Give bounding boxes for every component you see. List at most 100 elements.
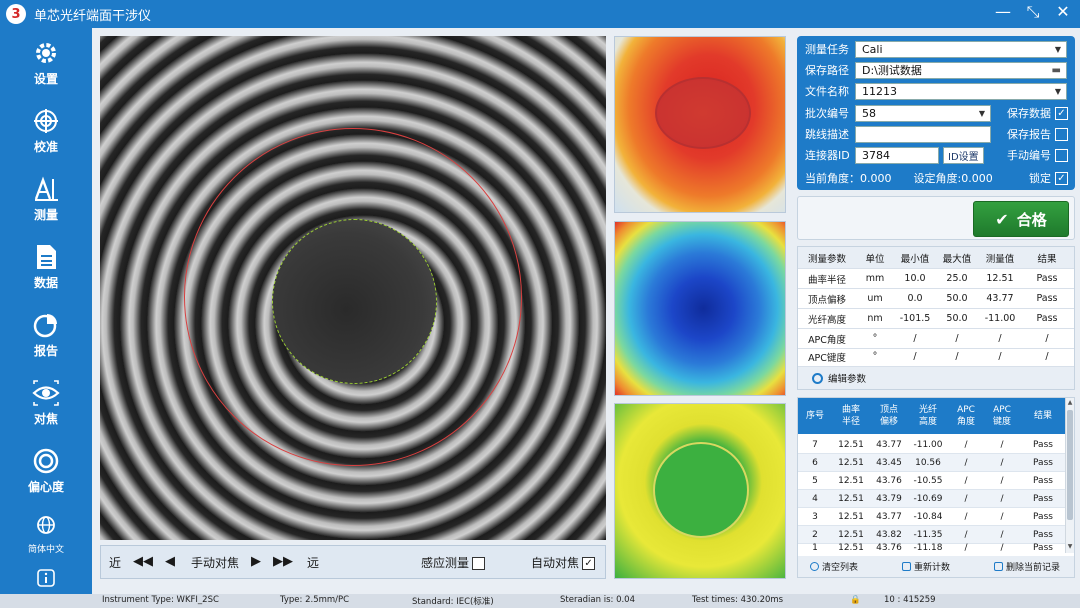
fiber-core-residual [653,442,749,538]
sidebar-item-report[interactable]: 报告 [0,304,92,364]
history-scrollbar[interactable]: ▲ ▼ [1065,398,1074,553]
connector-id-label: 连接器ID [805,149,850,162]
sidebar-item-settings[interactable]: 设置 [0,32,92,92]
sidebar-item-eccentricity[interactable]: 偏心度 [0,440,92,500]
table-row[interactable]: 3 12.51 43.77 -10.84 / / Pass [798,508,1066,526]
header-cell: APC 键度 [992,405,1011,427]
sidebar-item-about[interactable] [0,564,92,592]
sidebar-item-focus[interactable]: 对焦 [0,372,92,432]
info-icon [31,564,61,592]
table-cell: Pass [1033,457,1053,468]
table-cell: / [964,543,968,553]
table-cell: / [913,333,917,344]
pass-result-button[interactable]: ✔ 合格 [973,201,1069,237]
manual-number-checkbox[interactable]: 手动编号 [1007,147,1068,163]
interferogram-view[interactable] [100,36,606,540]
sense-measure-box [472,557,486,570]
id-settings-button[interactable]: ID设置 [943,146,984,164]
history-table: 序号 曲率 半径 顶点 偏移 光纤 高度 APC 角度 APC 键度 结果 7 … [797,397,1075,578]
sidebar-item-measure[interactable]: 测量 [0,168,92,228]
lock-box: ✓ [1055,171,1068,185]
recount-label: 重新计数 [914,563,951,573]
scroll-down-icon[interactable]: ▼ [1066,543,1074,550]
folder-icon[interactable]: ▬ [1052,65,1061,76]
table-cell: 12.51 [838,511,864,522]
table-row: 光纤高度 nm -101.5 50.0 -11.00 Pass [798,309,1074,329]
table-cell: Pass [1036,313,1058,324]
header-cell: 结果 [1037,253,1057,265]
header-cell: 光纤 高度 [918,405,937,427]
test-times: Test times: 430.20ms [692,595,784,605]
step-forward-button[interactable]: ▶ [251,554,261,569]
sidebar-item-label: 报告 [33,343,58,358]
sense-measure-checkbox[interactable]: 感应测量 [421,554,486,571]
clear-list-button[interactable]: 清空列表 [810,560,858,573]
save-path-field[interactable]: D:\测试数据 ▬ [855,61,1067,79]
header-cell: 曲率 半径 [841,405,860,427]
history-actions: 清空列表 重新计数 删除当前记录 [798,556,1074,577]
header-cell: 单位 [865,253,885,265]
fast-backward-button[interactable]: ◀◀ [133,554,153,569]
table-row[interactable]: 6 12.51 43.45 10.56 / / Pass [798,454,1066,472]
far-label: 远 [307,556,320,570]
table-cell: 7 [812,439,818,450]
sidebar-item-label: 偏心度 [27,479,64,494]
pass-result-label: 合格 [1016,210,1047,229]
table-cell: -10.84 [913,511,943,522]
table-row[interactable]: 7 12.51 43.77 -11.00 / / Pass [798,436,1066,454]
table-row[interactable]: 5 12.51 43.76 -10.55 / / Pass [798,472,1066,490]
connector-id-input[interactable]: 3784 [855,146,939,164]
save-report-label: 保存报告 [1007,128,1051,141]
batch-number-select[interactable]: 58 [855,104,991,122]
sense-measure-label: 感应测量 [421,556,470,570]
table-row[interactable]: 4 12.51 43.79 -10.69 / / Pass [798,490,1066,508]
task-label: 测量任务 [805,43,849,56]
lock-icon[interactable]: 🔒 [850,595,861,605]
edit-params-button[interactable]: 编辑参数 [798,367,1074,389]
title-bar: 3 单芯光纤端面干涉仪 — ⤡ ✕ [0,0,1080,28]
file-name-select[interactable]: 11213 [855,82,1067,100]
sidebar-item-label: 数据 [33,275,58,290]
sidebar-item-label: 测量 [33,207,58,222]
table-cell: / [964,457,968,468]
lock-checkbox[interactable]: 锁定 ✓ [1029,170,1068,186]
table-cell: 3 [812,511,818,522]
scroll-up-icon[interactable]: ▲ [1066,399,1074,406]
recount-button[interactable]: 重新计数 [902,560,950,573]
table-cell: / [1045,351,1049,362]
save-report-checkbox[interactable]: 保存报告 [1007,126,1068,142]
minimize-button[interactable]: — [994,2,1012,22]
table-cell: / [955,351,959,362]
fiber-core-3d [655,77,751,149]
clear-list-label: 清空列表 [822,563,859,573]
close-button[interactable]: ✕ [1054,2,1072,22]
clear-icon [810,562,819,571]
sidebar-item-language[interactable]: 简体中文 [0,504,92,560]
surface-3d-view[interactable] [614,36,786,213]
delete-record-button[interactable]: 删除当前记录 [994,560,1060,573]
jumper-desc-input[interactable] [855,125,991,143]
height-map-view[interactable] [614,221,786,396]
task-select[interactable]: Cali [855,40,1067,58]
table-cell: / [1000,439,1004,450]
scroll-thumb[interactable] [1067,410,1073,520]
table-cell: Pass [1036,273,1058,284]
table-cell: 25.0 [946,273,968,284]
table-cell: / [1000,475,1004,486]
auto-focus-checkbox[interactable]: 自动对焦 ✓ [531,554,596,571]
delete-icon [994,562,1003,571]
history-header: 序号 曲率 半径 顶点 偏移 光纤 高度 APC 角度 APC 键度 结果 [798,398,1066,434]
save-data-box: ✓ [1055,106,1068,120]
table-cell: Pass [1033,529,1053,540]
residual-map-view[interactable] [614,403,786,579]
sidebar-item-data[interactable]: 数据 [0,236,92,296]
table-row[interactable]: 1 12.51 43.76 -11.18 / / Pass [798,540,1066,556]
step-backward-button[interactable]: ◀ [165,554,175,569]
fast-forward-button[interactable]: ▶▶ [273,554,293,569]
save-data-checkbox[interactable]: 保存数据 ✓ [1007,105,1068,121]
table-cell: / [1000,493,1004,504]
table-cell: 43.76 [876,475,902,486]
restore-button[interactable]: ⤡ [1024,2,1042,22]
sidebar-item-calibrate[interactable]: 校准 [0,100,92,160]
table-cell: 顶点偏移 [807,294,846,306]
